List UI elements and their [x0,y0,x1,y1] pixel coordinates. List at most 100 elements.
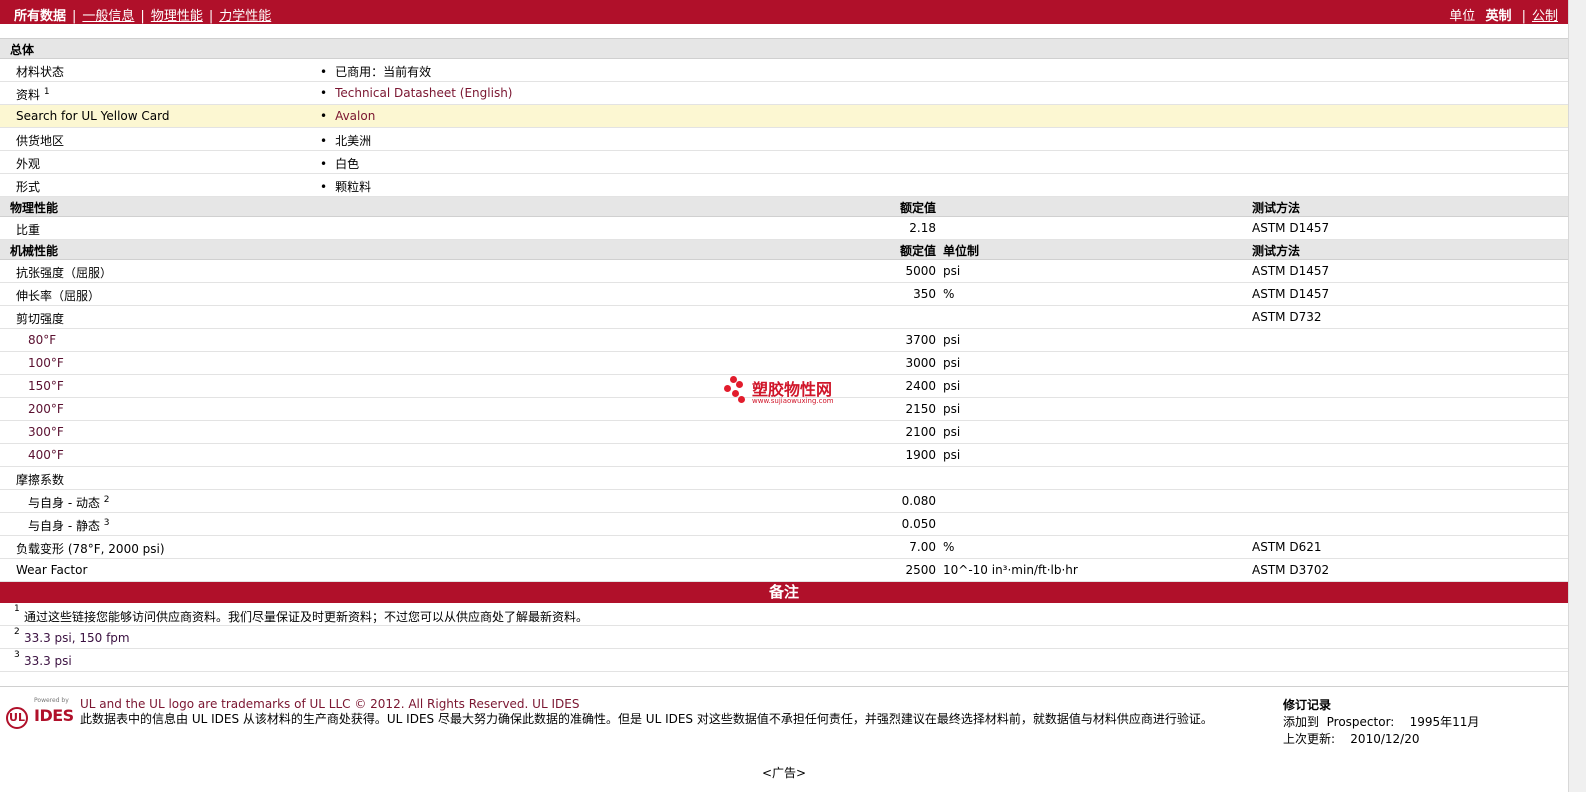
unit-switcher: 单位 英制 | 公制 [1449,5,1558,24]
row-value: • 白色 [320,155,359,172]
row-unit: psi [943,333,961,347]
row-label: Wear Factor [16,563,88,577]
unit-metric-link[interactable]: 公制 [1532,9,1558,24]
row-value: 5000 [905,264,936,278]
row-unit: psi [943,448,961,462]
nav-physical-link[interactable]: 物理性能 [151,9,203,24]
table-row: 80°F 3700 psi [0,329,1568,352]
row-unit: psi [943,402,961,416]
note-item: 1 通过这些链接您能够访问供应商资料。我们尽量保证及时更新资料；不过您可以从供应… [0,603,1568,626]
nav-mechanical-link[interactable]: 力学性能 [219,9,271,24]
footnote-ref[interactable]: 2 [104,495,110,505]
row-label: 300°F [28,425,64,439]
revision-updated: 上次更新: 2010/12/20 [1283,732,1420,746]
row-method: ASTM D621 [1252,540,1322,554]
row-unit: psi [943,356,961,370]
note-number: 1 [14,604,20,614]
row-unit: psi [943,264,961,278]
note-text: 通过这些链接您能够访问供应商资料。我们尽量保证及时更新资料；不过您可以从供应商处… [24,610,589,624]
notes-header: 备注 [0,582,1568,603]
row-method: ASTM D1457 [1252,264,1330,278]
section-links: 所有数据 | 一般信息 | 物理性能 | 力学性能 [14,5,271,24]
table-row: Wear Factor 2500 10^-10 in³·min/ft·lb·hr… [0,559,1568,582]
row-value: • Technical Datasheet (English) [320,86,512,100]
table-row: 供货地区 • 北美洲 [0,128,1568,151]
row-label: 80°F [28,333,57,347]
bullet-icon: • [320,86,328,100]
table-row: 外观 • 白色 [0,151,1568,174]
row-value: • 颗粒料 [320,178,371,195]
row-label: 资料 1 [16,86,50,103]
row-label: 与自身 - 静态 3 [28,517,110,534]
row-value: 1900 [905,448,936,462]
row-label: 与自身 - 动态 2 [28,494,110,511]
row-method: ASTM D732 [1252,310,1322,324]
row-value: 0.050 [901,517,936,531]
nav-separator: | [72,9,77,24]
row-value: • 北美洲 [320,132,371,149]
column-header-value: 额定值 [899,201,936,215]
row-unit: % [943,287,955,301]
ides-wordmark: IDES [34,706,74,725]
row-value: • 已商用：当前有效 [320,63,431,80]
nav-all-data[interactable]: 所有数据 [14,9,66,24]
table-row: 比重 2.18 ASTM D1457 [0,217,1568,240]
unit-imperial: 英制 [1485,9,1512,24]
bullet-icon: • [320,65,328,79]
watermark-logo: 塑胶物性网 www.sujiaowuxing.com [722,372,862,412]
yellow-card-link[interactable]: Avalon [335,109,375,123]
units-label: 单位 [1449,9,1476,24]
ul-logo-icon: UL [6,707,28,729]
nav-general-link[interactable]: 一般信息 [82,9,134,24]
datasheet-link[interactable]: Technical Datasheet (English) [335,86,512,100]
row-label: 负载变形 (78°F, 2000 psi) [16,542,165,556]
row-label: 摩擦系数 [16,473,65,487]
row-value: 3000 [905,356,936,370]
label-text: 与自身 - 静态 [28,519,100,533]
revision-history: 修订记录 添加到 Prospector: 1995年11月 上次更新: 2010… [1283,697,1479,748]
label-text: 资料 [16,88,41,102]
table-row: 摩擦系数 [0,467,1568,490]
row-label: Search for UL Yellow Card [16,109,170,123]
powered-by-text: Powered by [34,697,69,704]
row-method: ASTM D1457 [1252,287,1330,301]
table-row: 资料 1 • Technical Datasheet (English) [0,82,1568,105]
column-header-value: 额定值 [899,244,936,258]
row-label: 形式 [16,180,41,194]
ad-label: <广告> [761,766,807,780]
row-method: ASTM D1457 [1252,221,1330,235]
row-value: • Avalon [320,109,375,123]
nav-separator: | [140,9,145,24]
section-title: 物理性能 [10,201,59,215]
column-header-unit: 单位制 [943,244,980,258]
disclaimer: 此数据表中的信息由 UL IDES 从该材料的生产商处获得。UL IDES 尽最… [80,712,1213,726]
vertical-scrollbar[interactable] [1568,0,1586,792]
datasheet: 总体 材料状态 • 已商用：当前有效 资料 1 • Technical Datash… [0,24,1568,672]
column-header-method: 测试方法 [1252,244,1301,258]
row-unit: psi [943,425,961,439]
table-row: 300°F 2100 psi [0,421,1568,444]
footnote-ref[interactable]: 3 [104,518,110,528]
row-label: 200°F [28,402,64,416]
row-label: 150°F [28,379,64,393]
row-value: 7.00 [909,540,936,554]
column-header-method: 测试方法 [1252,201,1301,215]
value-text: 已商用：当前有效 [335,65,432,79]
section-title: 总体 [10,43,35,57]
row-label: 外观 [16,157,41,171]
note-number: 2 [14,627,20,637]
row-value: 3700 [905,333,936,347]
bullet-icon: • [320,180,328,194]
table-row: 材料状态 • 已商用：当前有效 [0,59,1568,82]
value-text: 颗粒料 [335,180,372,194]
row-value: 0.080 [901,494,936,508]
footnote-ref[interactable]: 1 [44,87,50,97]
ul-ides-logo[interactable]: UL Powered by IDES [6,697,74,733]
row-label: 供货地区 [16,134,65,148]
table-row: 负载变形 (78°F, 2000 psi) 7.00 % ASTM D621 [0,536,1568,559]
row-value: 2400 [905,379,936,393]
top-nav-bar: 所有数据 | 一般信息 | 物理性能 | 力学性能 单位 英制 | 公制 [0,0,1568,24]
table-row: 抗张强度（屈服） 5000 psi ASTM D1457 [0,260,1568,283]
section-header-physical: 物理性能 额定值 测试方法 [0,197,1568,217]
section-header-mechanical: 机械性能 额定值 单位制 测试方法 [0,240,1568,260]
